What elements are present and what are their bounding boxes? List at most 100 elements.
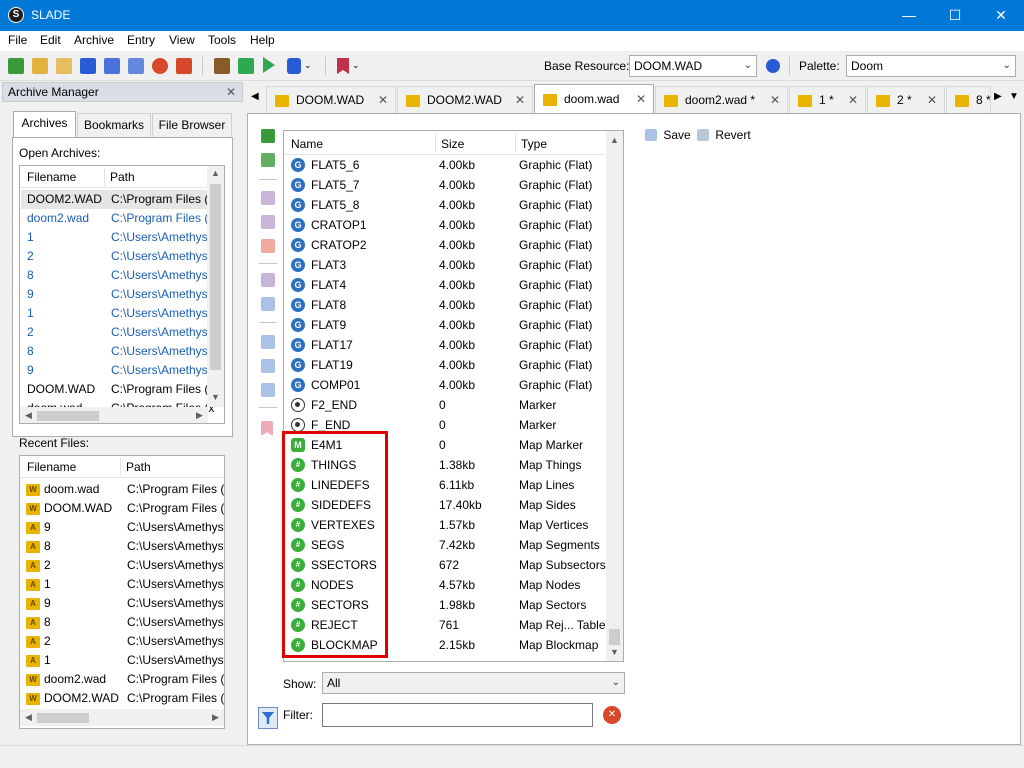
column-filename[interactable]: Filename xyxy=(27,170,76,184)
base-resource-select[interactable]: DOOM.WAD ⌄ xyxy=(629,55,757,77)
move-up-icon[interactable] xyxy=(261,335,275,349)
open-archive-row[interactable]: 2 C:\Users\Amethyst xyxy=(21,247,211,266)
archive-tab[interactable]: doom.wad ✕ xyxy=(534,84,654,114)
close-tab-icon[interactable]: ✕ xyxy=(515,87,525,113)
open-archive-row[interactable]: 8 C:\Users\Amethyst xyxy=(21,342,211,361)
save-icon[interactable] xyxy=(80,58,96,74)
save-as-icon[interactable] xyxy=(104,58,120,74)
delete-icon[interactable] xyxy=(261,239,275,253)
entry-row[interactable]: G FLAT5_7 4.00kb Graphic (Flat) xyxy=(285,175,606,195)
tab-scroll-right-icon[interactable]: ▶ xyxy=(994,91,1002,102)
recent-file-row[interactable]: A 2 C:\Users\Amethyst xyxy=(21,556,224,575)
tab-archives[interactable]: Archives xyxy=(13,111,76,138)
archive-tab[interactable]: 1 * ✕ xyxy=(789,86,866,113)
open-archive-row[interactable]: 8 C:\Users\Amethyst xyxy=(21,266,211,285)
scroll-right-icon[interactable]: ▶ xyxy=(207,712,224,723)
archive-tab[interactable]: DOOM2.WAD ✕ xyxy=(397,86,533,113)
recent-file-row[interactable]: A 8 C:\Users\Amethyst xyxy=(21,537,224,556)
menu-entry[interactable]: Entry xyxy=(127,33,155,47)
sort-icon[interactable] xyxy=(261,383,275,397)
open-archive-icon[interactable] xyxy=(32,58,48,74)
close-archive-icon[interactable] xyxy=(152,58,168,74)
scroll-thumb[interactable] xyxy=(37,411,99,421)
scroll-down-icon[interactable]: ▼ xyxy=(606,647,623,657)
menu-edit[interactable]: Edit xyxy=(40,33,61,47)
minimize-button[interactable]: — xyxy=(886,0,932,31)
scroll-up-icon[interactable]: ▲ xyxy=(207,168,224,178)
save-all-icon[interactable] xyxy=(128,58,144,74)
maximize-button[interactable]: ☐ xyxy=(932,0,978,31)
rename-icon[interactable] xyxy=(261,191,275,205)
scroll-right-icon[interactable]: ▶ xyxy=(191,410,208,421)
open-archives-list[interactable]: Filename Path DOOM2.WAD C:\Program Files … xyxy=(19,165,225,424)
wrench-icon[interactable] xyxy=(287,58,301,74)
filter-input[interactable] xyxy=(322,703,593,727)
column-name[interactable]: Name xyxy=(291,137,323,151)
open-archive-row[interactable]: 9 C:\Users\Amethyst xyxy=(21,285,211,304)
entry-row[interactable]: G FLAT17 4.00kb Graphic (Flat) xyxy=(285,335,606,355)
tab-file-browser[interactable]: File Browser xyxy=(152,113,232,137)
recent-file-row[interactable]: A 8 C:\Users\Amethyst xyxy=(21,613,224,632)
export-icon[interactable] xyxy=(261,297,275,311)
entry-row[interactable]: G FLAT8 4.00kb Graphic (Flat) xyxy=(285,295,606,315)
recent-files-list[interactable]: Filename Path Wdoom.wad C:\Program Files … xyxy=(19,455,225,729)
tab-list-dropdown-icon[interactable]: ▼ xyxy=(1009,91,1019,102)
edit-icon[interactable] xyxy=(261,215,275,229)
clear-filter-icon[interactable]: ✕ xyxy=(603,706,621,724)
map-editor-icon[interactable] xyxy=(238,58,254,74)
entry-row[interactable]: F2_END 0 Marker xyxy=(285,395,606,415)
chevron-down-icon[interactable]: ⌄ xyxy=(352,60,360,71)
archive-tab[interactable]: DOOM.WAD ✕ xyxy=(266,86,396,113)
recent-file-row[interactable]: Wdoom.wad C:\Program Files (x xyxy=(21,480,224,499)
horizontal-scrollbar[interactable]: ◀ ▶ xyxy=(20,407,208,423)
entry-row[interactable]: G FLAT5_8 4.00kb Graphic (Flat) xyxy=(285,195,606,215)
horizontal-scrollbar[interactable]: ◀ ▶ xyxy=(20,709,224,726)
open-archive-row[interactable]: 1 C:\Users\Amethyst xyxy=(21,304,211,323)
revert-entry-button[interactable]: Revert xyxy=(697,128,751,142)
archive-tab[interactable]: 8 * xyxy=(946,86,991,113)
open-archive-row[interactable]: 2 C:\Users\Amethyst xyxy=(21,323,211,342)
close-tab-icon[interactable]: ✕ xyxy=(636,85,646,113)
show-select[interactable]: All ⌄ xyxy=(322,672,625,694)
archive-tab[interactable]: doom2.wad * ✕ xyxy=(655,86,788,113)
open-archive-row[interactable]: DOOM2.WAD C:\Program Files (x xyxy=(21,190,214,209)
menu-view[interactable]: View xyxy=(169,33,195,47)
recent-file-row[interactable]: A 1 C:\Users\Amethyst xyxy=(21,651,224,670)
gear-icon[interactable] xyxy=(766,59,780,73)
new-archive-icon[interactable] xyxy=(8,58,24,74)
menu-file[interactable]: File xyxy=(8,33,27,47)
scroll-left-icon[interactable]: ◀ xyxy=(20,410,37,421)
recent-file-row[interactable]: W DOOM.WAD C:\Program Files (x xyxy=(21,499,224,518)
run-icon[interactable] xyxy=(263,57,275,73)
menu-archive[interactable]: Archive xyxy=(74,33,114,47)
vertical-scrollbar[interactable]: ▲ ▼ xyxy=(207,166,224,407)
scroll-thumb[interactable] xyxy=(210,184,221,370)
tab-scroll-left-icon[interactable]: ◀ xyxy=(251,91,259,102)
filter-icon[interactable] xyxy=(258,707,278,729)
entry-row[interactable]: G CRATOP1 4.00kb Graphic (Flat) xyxy=(285,215,606,235)
open-archive-row[interactable]: DOOM.WAD C:\Program Files (x xyxy=(21,380,214,399)
open-directory-icon[interactable] xyxy=(56,58,72,74)
entry-row[interactable]: G FLAT9 4.00kb Graphic (Flat) xyxy=(285,315,606,335)
recent-file-row[interactable]: A 9 C:\Users\Amethyst xyxy=(21,518,224,537)
open-archive-row[interactable]: 1 C:\Users\Amethyst xyxy=(21,228,211,247)
archive-tab[interactable]: 2 * ✕ xyxy=(867,86,945,113)
bookmark-icon[interactable] xyxy=(337,58,349,74)
close-tab-icon[interactable]: ✕ xyxy=(770,87,780,113)
column-type[interactable]: Type xyxy=(521,137,547,151)
column-path[interactable]: Path xyxy=(126,460,151,474)
scroll-thumb[interactable] xyxy=(609,629,620,645)
column-path[interactable]: Path xyxy=(110,170,135,184)
recent-file-row[interactable]: A 2 C:\Users\Amethyst xyxy=(21,632,224,651)
close-all-icon[interactable] xyxy=(176,58,192,74)
scroll-down-icon[interactable]: ▼ xyxy=(207,392,224,402)
recent-file-row[interactable]: A 9 C:\Users\Amethyst xyxy=(21,594,224,613)
entry-row[interactable]: G FLAT5_6 4.00kb Graphic (Flat) xyxy=(285,155,606,175)
recent-file-row[interactable]: W DOOM2.WAD C:\Program Files (x xyxy=(21,689,224,708)
palette-select[interactable]: Doom ⌄ xyxy=(846,55,1016,77)
entry-row[interactable]: G CRATOP2 4.00kb Graphic (Flat) xyxy=(285,235,606,255)
column-size[interactable]: Size xyxy=(441,137,464,151)
tab-bookmarks[interactable]: Bookmarks xyxy=(77,113,151,137)
chevron-down-icon[interactable]: ⌄ xyxy=(304,60,312,71)
copy-icon[interactable] xyxy=(261,273,275,287)
